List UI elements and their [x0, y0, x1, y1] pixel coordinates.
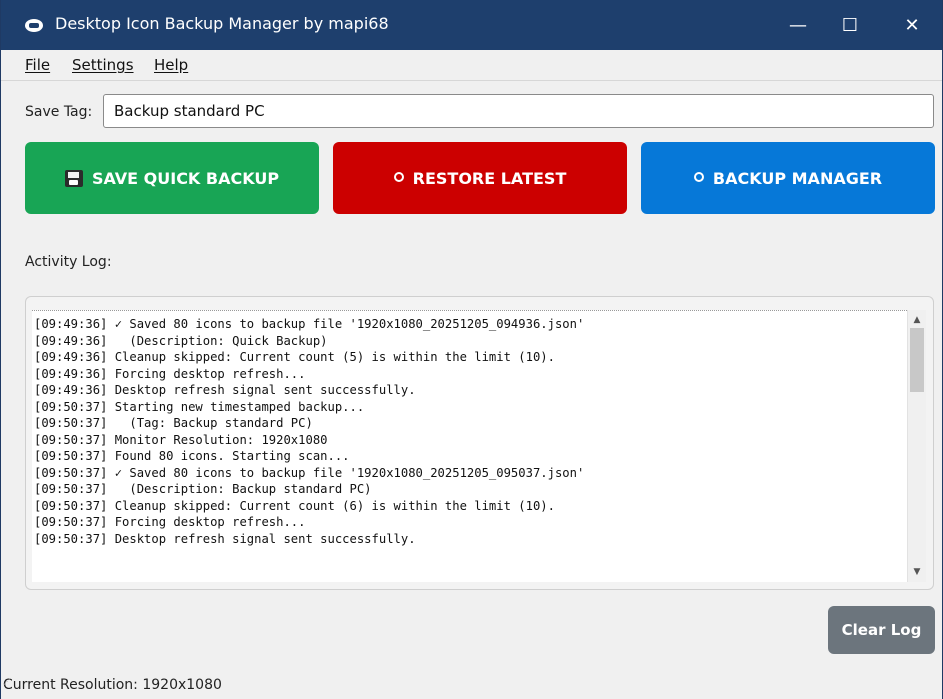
maximize-button[interactable]: ☐: [821, 0, 879, 50]
current-resolution-text: Current Resolution: 1920x1080: [3, 677, 222, 693]
scrollbar-thumb[interactable]: [910, 328, 924, 392]
log-line: [09:50:37] Cleanup skipped: Current coun…: [34, 498, 555, 513]
save-tag-label: Save Tag:: [25, 104, 93, 120]
close-button[interactable]: ✕: [883, 0, 941, 50]
backup-manager-button[interactable]: BACKUP MANAGER: [641, 142, 935, 214]
log-line: [09:49:36] (Description: Quick Backup): [34, 333, 328, 348]
scroll-down-arrow-icon[interactable]: ▼: [908, 564, 926, 580]
title-bar[interactable]: Desktop Icon Backup Manager by mapi68 — …: [1, 0, 942, 50]
menu-help[interactable]: Help: [154, 56, 188, 74]
app-window: Desktop Icon Backup Manager by mapi68 — …: [0, 0, 943, 699]
log-scrollbar[interactable]: ▲ ▼: [907, 310, 926, 582]
app-logo-icon: [25, 19, 43, 32]
resize-grip-icon[interactable]: ⋰: [3, 677, 13, 687]
log-line: [09:50:37] (Tag: Backup standard PC): [34, 416, 313, 430]
scroll-up-arrow-icon[interactable]: ▲: [908, 312, 926, 328]
log-line: [09:49:36] Cleanup skipped: Current coun…: [34, 350, 555, 364]
log-line: [09:50:37] Desktop refresh signal sent s…: [34, 531, 416, 546]
log-line: [09:49:36] Forcing desktop refresh...: [34, 366, 306, 381]
window-title: Desktop Icon Backup Manager by mapi68: [55, 14, 389, 33]
menu-settings[interactable]: Settings: [72, 56, 134, 74]
save-quick-backup-label: SAVE QUICK BACKUP: [91, 168, 280, 188]
menu-bar: File Settings Help: [1, 50, 942, 81]
backup-manager-label: BACKUP MANAGER: [712, 168, 883, 188]
log-line: [09:50:37] Monitor Resolution: 1920x1080: [34, 432, 328, 447]
minimize-button[interactable]: —: [769, 0, 827, 50]
floppy-disk-icon: [64, 169, 83, 187]
menu-file[interactable]: File: [25, 56, 50, 74]
restore-icon: [393, 172, 404, 182]
log-line: [09:50:37] ✓ Saved 80 icons to backup fi…: [34, 465, 585, 480]
log-scrolled-line-edge: [32, 310, 907, 314]
log-line: [09:50:37] Found 80 icons. Starting scan…: [34, 449, 350, 463]
log-line: [09:50:37] Starting new timestamped back…: [34, 399, 365, 414]
log-line: [09:50:37] (Description: Backup standard…: [34, 482, 372, 496]
manager-icon: [693, 172, 704, 182]
activity-log-textarea[interactable]: [09:49:36] ✓ Saved 80 icons to backup fi…: [32, 310, 907, 582]
save-tag-input[interactable]: [103, 94, 934, 128]
clear-log-button[interactable]: Clear Log: [828, 606, 935, 654]
log-line: [09:50:37] Forcing desktop refresh...: [34, 515, 306, 529]
save-quick-backup-button[interactable]: SAVE QUICK BACKUP: [25, 142, 319, 214]
log-line: [09:49:36] Desktop refresh signal sent s…: [34, 383, 416, 397]
activity-log-label: Activity Log:: [25, 254, 112, 270]
restore-latest-label: RESTORE LATEST: [412, 168, 567, 188]
log-lines: [09:49:36] ✓ Saved 80 icons to backup fi…: [34, 316, 584, 547]
log-line: [09:49:36] ✓ Saved 80 icons to backup fi…: [34, 317, 585, 331]
restore-latest-button[interactable]: RESTORE LATEST: [333, 142, 627, 214]
status-bar: Current Resolution: 1920x1080 ⋰: [1, 672, 942, 699]
